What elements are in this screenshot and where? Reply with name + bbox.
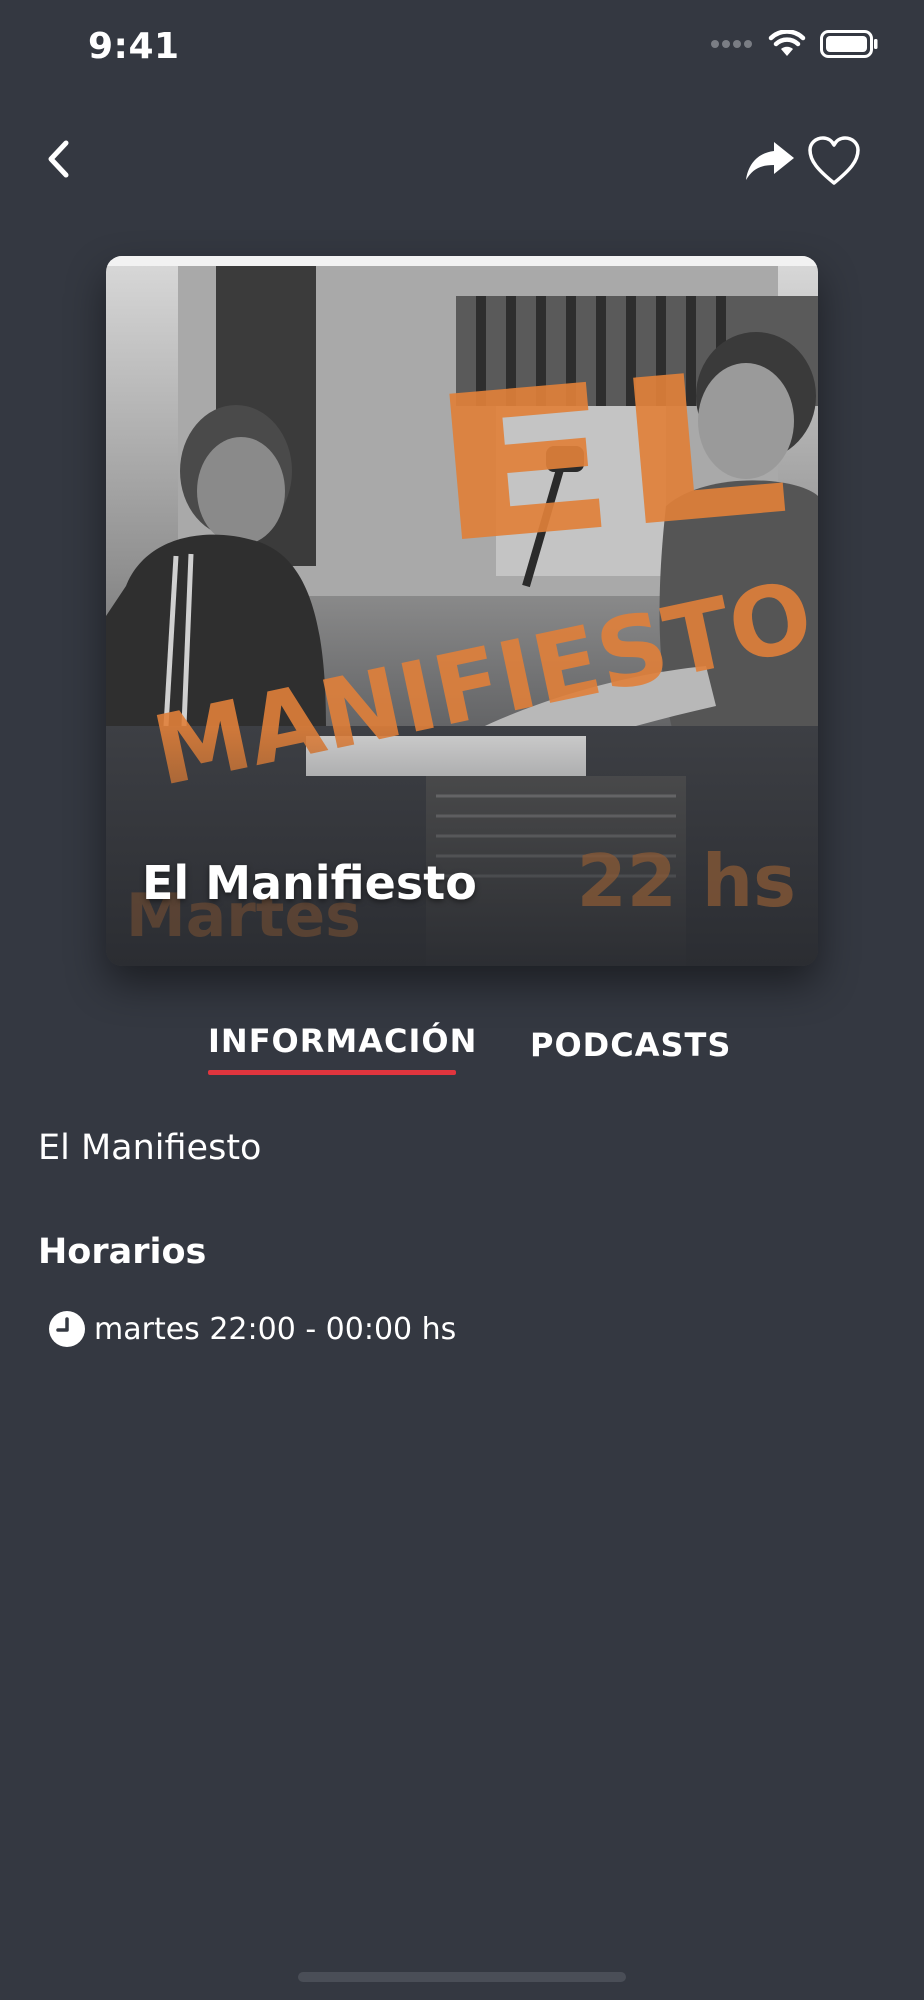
program-description: El Manifiesto [38, 1128, 262, 1168]
schedule-item: martes 22:00 - 00:00 hs [48, 1310, 456, 1348]
tab-informacion[interactable]: INFORMACIÓN [208, 1022, 477, 1060]
program-detail-screen: 9:41 EL MANIFIESTO Martes 22 hs El Manif… [0, 0, 924, 2000]
share-arrow-icon [746, 142, 794, 180]
status-icons [710, 30, 878, 58]
chevron-left-icon [48, 140, 69, 178]
cover-caption: El Manifiesto [142, 856, 477, 910]
heart-outline-icon [808, 136, 860, 185]
cover-art-time: 22 hs [577, 839, 796, 923]
clock-icon [49, 1311, 85, 1347]
program-cover-image: EL MANIFIESTO Martes 22 hs El Manifiesto [106, 256, 818, 966]
home-indicator[interactable] [298, 1972, 626, 1982]
schedule-item-text: martes 22:00 - 00:00 hs [94, 1311, 457, 1347]
schedule-heading: Horarios [38, 1232, 207, 1272]
favorite-button[interactable] [806, 134, 862, 188]
back-button[interactable] [38, 134, 78, 184]
tab-podcasts[interactable]: PODCASTS [530, 1026, 731, 1064]
tab-bar: INFORMACIÓN PODCASTS [0, 1018, 924, 1078]
battery-icon [820, 30, 878, 58]
share-button[interactable] [744, 138, 796, 184]
wifi-icon [768, 30, 806, 56]
active-tab-indicator [208, 1070, 456, 1075]
signal-icon [711, 40, 752, 48]
cover-art-title-el: EL [421, 326, 796, 589]
status-time: 9:41 [88, 26, 180, 67]
